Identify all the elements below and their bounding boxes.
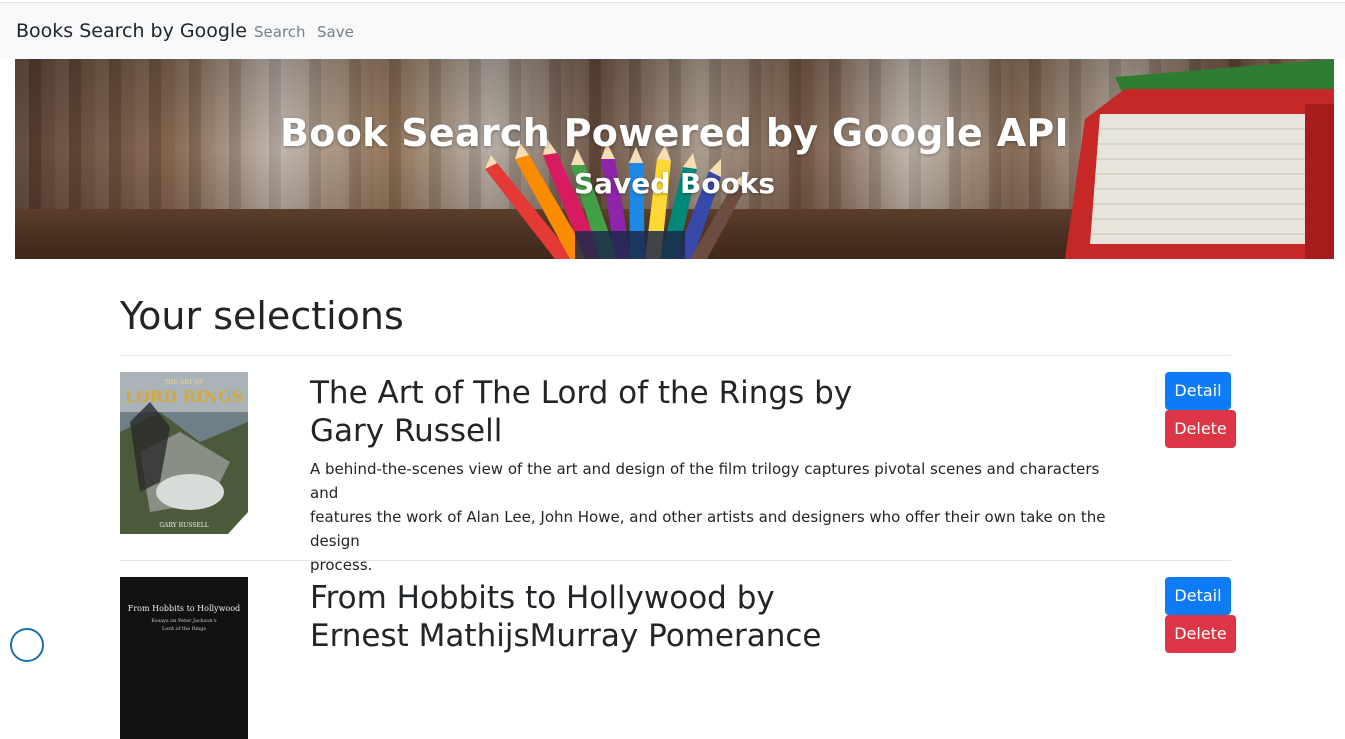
description-line: A behind-the-scenes view of the art and … <box>310 460 1100 502</box>
book-title-line: From Hobbits to Hollywood by <box>310 580 775 616</box>
pencils-and-books-illustration <box>485 59 1334 259</box>
delete-button[interactable]: Delete <box>1165 410 1236 448</box>
description-line: process. <box>310 556 373 574</box>
navbar: Books Search by Google Search Save <box>0 2 1345 59</box>
cover-line-2: Essays on Peter Jackson's <box>151 618 217 624</box>
divider <box>120 355 1231 356</box>
cover-logo-text: LORD RINGS <box>125 387 244 406</box>
cover-author-text: GARY RUSSELL <box>159 522 208 529</box>
divider <box>120 560 1231 561</box>
cover-top-text: THE ART OF <box>164 379 203 386</box>
book-title-line: Gary Russell <box>310 413 503 449</box>
nav-link-search[interactable]: Search <box>254 23 306 41</box>
book-cover-image: THE ART OF LORD RINGS GARY RUSSELL <box>120 372 248 534</box>
delete-button[interactable]: Delete <box>1165 615 1236 653</box>
navbar-brand[interactable]: Books Search by Google <box>16 20 247 42</box>
hero-title: Book Search Powered by Google API <box>280 111 1069 155</box>
book-description: A behind-the-scenes view of the art and … <box>310 457 1130 577</box>
detail-button[interactable]: Detail <box>1165 577 1231 615</box>
section-title: Your selections <box>120 294 404 338</box>
hero-subtitle: Saved Books <box>573 167 776 200</box>
hero-banner: Book Search Powered by Google API Saved … <box>15 59 1334 259</box>
description-line: features the work of Alan Lee, John Howe… <box>310 508 1106 550</box>
book-title-line: Ernest MathijsMurray Pomerance <box>310 618 822 654</box>
floating-circle-button[interactable] <box>10 628 44 662</box>
book-title-line: The Art of The Lord of the Rings by <box>310 375 853 411</box>
nav-link-save[interactable]: Save <box>317 23 354 41</box>
book-title: The Art of The Lord of the Rings by Gary… <box>310 374 870 450</box>
book-title: From Hobbits to Hollywood by Ernest Math… <box>310 579 1010 655</box>
cover-line-3: Lord of the Rings <box>162 626 207 632</box>
book-cover-image: From Hobbits to Hollywood Essays on Pete… <box>120 577 248 739</box>
cover-line-1: From Hobbits to Hollywood <box>128 604 240 613</box>
detail-button[interactable]: Detail <box>1165 372 1231 410</box>
book-stack-icon <box>1065 59 1334 259</box>
